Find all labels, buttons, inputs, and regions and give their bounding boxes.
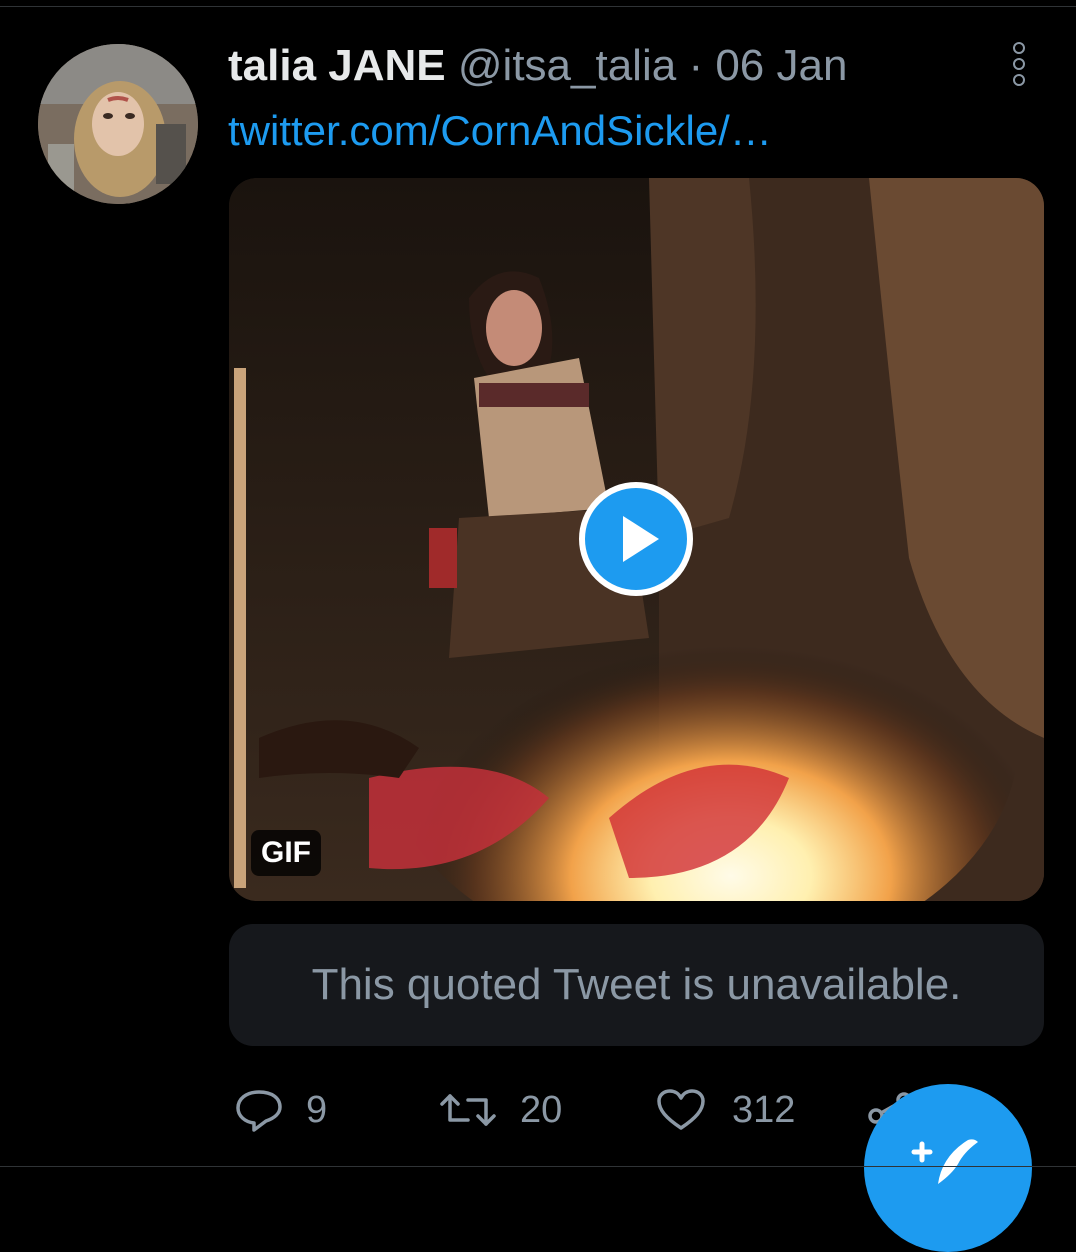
quoted-tweet-unavailable: This quoted Tweet is unavailable. bbox=[229, 924, 1044, 1046]
gif-badge: GIF bbox=[251, 830, 321, 876]
play-button[interactable] bbox=[579, 482, 693, 596]
author-handle[interactable]: @itsa_talia bbox=[458, 41, 676, 90]
play-icon bbox=[623, 516, 659, 562]
avatar-image bbox=[38, 44, 198, 204]
heart-icon bbox=[657, 1089, 705, 1130]
retweet-count: 20 bbox=[520, 1089, 563, 1131]
compose-tweet-icon bbox=[911, 1139, 978, 1184]
like-count: 312 bbox=[732, 1089, 796, 1131]
bottom-divider bbox=[0, 1166, 1076, 1167]
gif-media[interactable]: GIF bbox=[229, 178, 1044, 901]
top-divider bbox=[0, 6, 1076, 7]
tweet-header: talia JANE @itsa_talia · 06 Jan bbox=[228, 38, 847, 94]
tweet-date[interactable]: 06 Jan bbox=[715, 41, 847, 90]
more-options-button[interactable] bbox=[1000, 40, 1040, 88]
reply-count: 9 bbox=[306, 1089, 328, 1131]
avatar[interactable] bbox=[38, 44, 198, 204]
tweet-link[interactable]: twitter.com/CornAndSickle/… bbox=[228, 104, 772, 158]
compose-tweet-button[interactable] bbox=[864, 1084, 1032, 1252]
retweet-icon bbox=[440, 1094, 496, 1126]
author-display-name[interactable]: talia JANE bbox=[228, 41, 446, 90]
reply-icon bbox=[236, 1090, 282, 1132]
separator-dot: · bbox=[688, 41, 704, 90]
